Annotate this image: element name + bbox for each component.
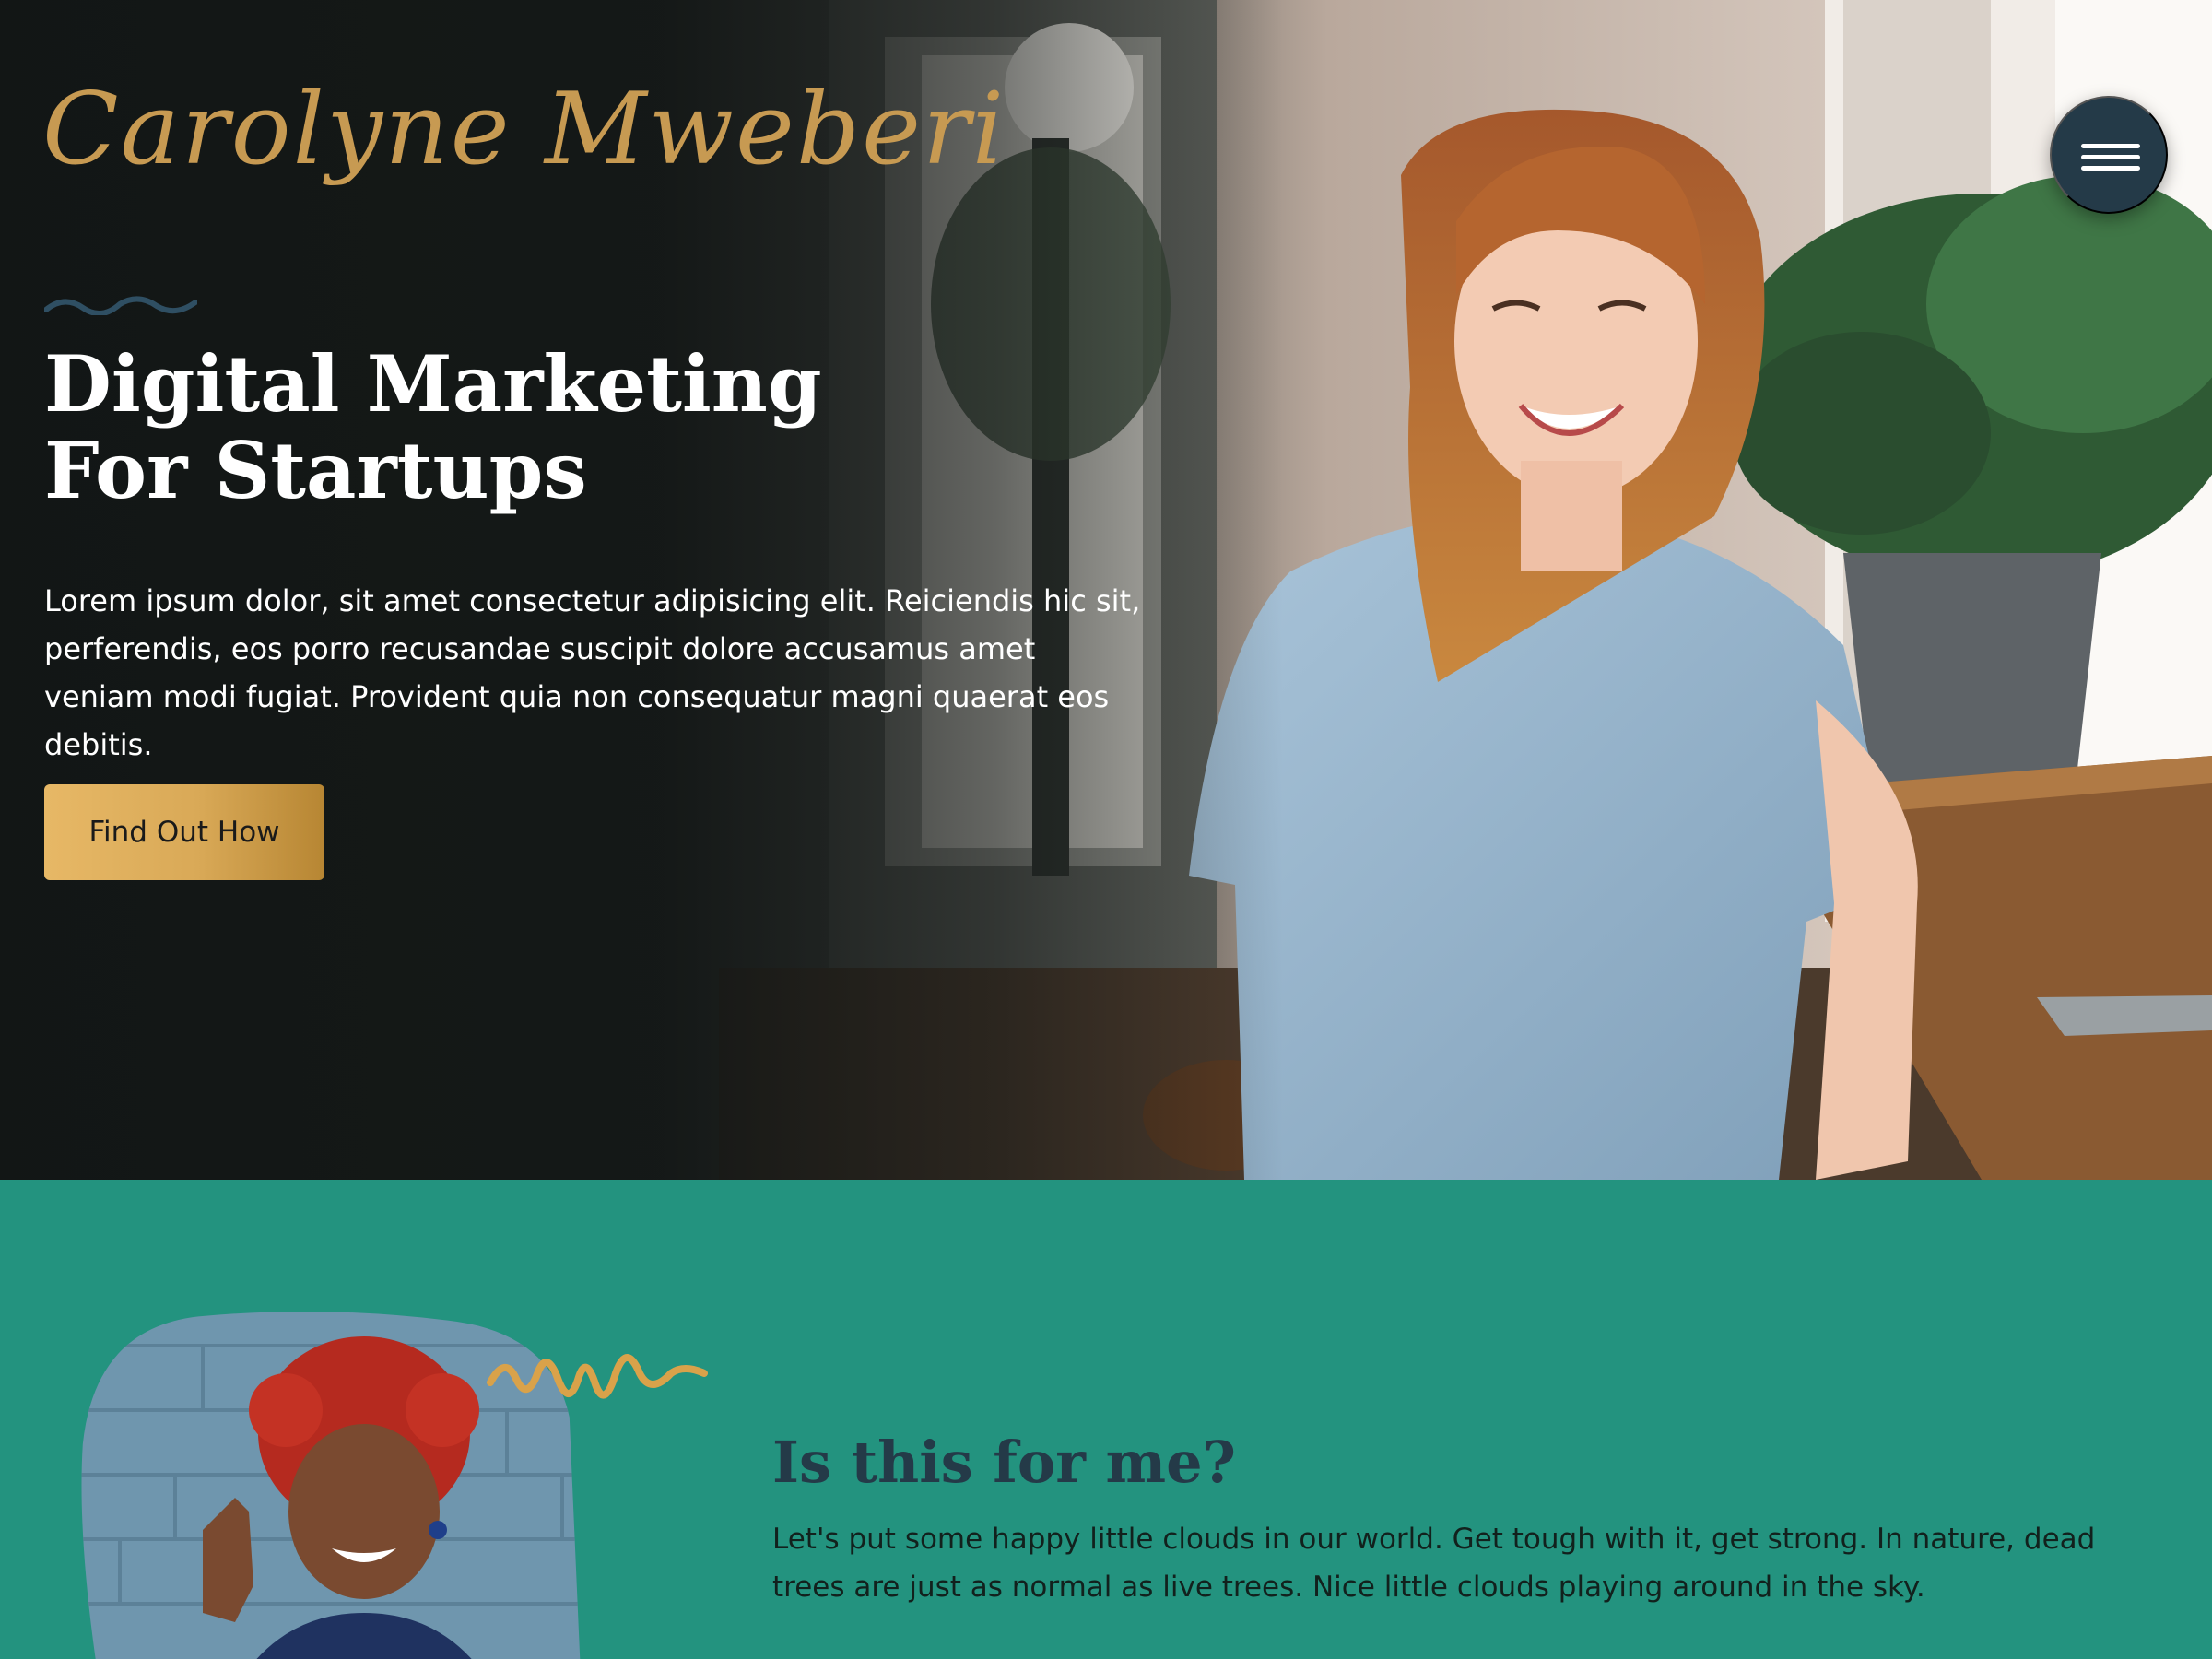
find-out-how-button[interactable]: Find Out How [44,784,324,880]
brand-name: Carolyne Mweberi [42,72,1006,187]
brand-logo[interactable]: Carolyne Mweberi [42,57,1004,232]
hero-lead-text: Lorem ipsum dolor, sit amet consectetur … [44,583,1141,762]
about-text: Let's put some happy little clouds in ou… [772,1523,2096,1604]
menu-button[interactable] [2050,96,2168,214]
headline-line-1: Digital Marketing [44,338,822,429]
squiggle-decoration-icon [487,1354,708,1399]
about-section: Is this for me? Let's put some happy lit… [0,1180,2212,1659]
hero-section: Carolyne Mweberi Digital Marketing For S… [0,0,2212,1180]
wave-divider-icon [44,296,197,315]
hero-headline: Digital Marketing For Startups [44,341,874,514]
about-title: Is this for me? [772,1429,1236,1496]
headline-line-2: For Startups [44,425,587,516]
